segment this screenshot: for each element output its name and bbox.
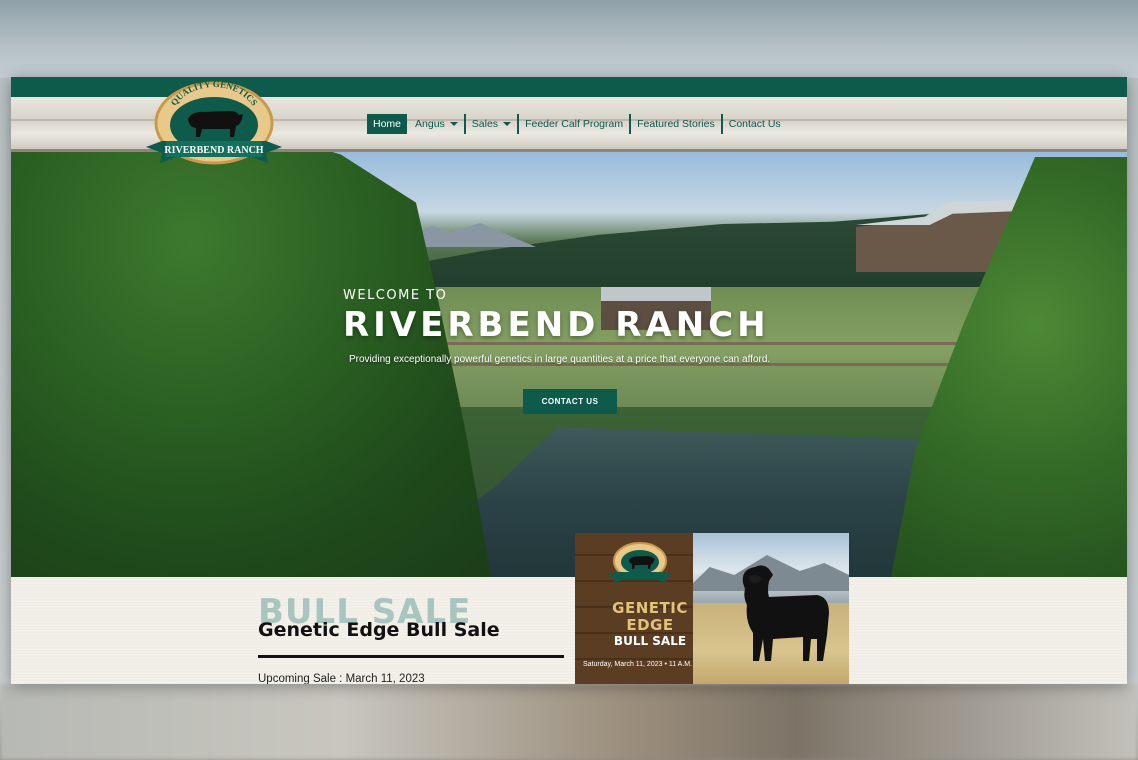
sale-divider [258,655,564,658]
sale-section: BULL SALE Genetic Edge Bull Sale Upcomin… [11,577,1127,684]
nav-feeder-calf-label: Feeder Calf Program [525,118,624,130]
hero-heading: WELCOME TO RIVERBEND RANCH [343,288,770,345]
main-nav: Home Angus Sales Feeder Calf Program Fea… [367,114,787,134]
nav-angus-label: Angus [415,118,445,130]
hero-tagline: Providing exceptionally powerful genetic… [349,354,771,365]
hero-welcome: WELCOME TO [343,288,448,303]
nav-sales[interactable]: Sales [466,114,520,134]
nav-feeder-calf-program[interactable]: Feeder Calf Program [519,114,632,134]
promo-title-line2: EDGE [626,616,674,634]
nav-home[interactable]: Home [367,114,408,134]
blurred-backdrop-top [0,0,1138,78]
nav-contact-us-label: Contact Us [728,118,781,130]
nav-featured-stories-label: Featured Stories [637,118,715,130]
promo-date: Saturday, March 11, 2023 • 11 A.M. [583,661,693,668]
nav-sales-label: Sales [471,118,499,130]
chevron-down-icon [449,122,458,126]
riverbend-ranch-logo[interactable]: QUALITY GENETICS RIVERBEND RANCH [144,81,284,173]
nav-angus[interactable]: Angus [409,114,466,134]
chevron-down-icon [503,122,512,126]
contact-us-button[interactable]: CONTACT US [523,389,617,414]
promo-logo [607,542,673,583]
logo-banner-text: RIVERBEND RANCH [164,145,263,156]
promo-title-line1: GENETIC [612,599,688,617]
nav-featured-stories[interactable]: Featured Stories [631,114,723,134]
website-screenshot: Home Angus Sales Feeder Calf Program Fea… [11,77,1127,684]
bull-sale-promo-image[interactable]: GENETIC EDGE BULL SALE Saturday, March 1… [575,533,849,684]
nav-home-label: Home [373,118,402,130]
upcoming-sale-date: Upcoming Sale : March 11, 2023 [258,673,425,684]
promo-title-line3: BULL SALE [613,634,687,648]
black-angus-bull-icon [742,565,829,661]
nav-contact-us[interactable]: Contact Us [723,114,787,134]
sale-title: Genetic Edge Bull Sale [258,619,500,641]
blurred-backdrop-bottom [0,684,1138,760]
hero-title: RIVERBEND RANCH [343,305,770,345]
